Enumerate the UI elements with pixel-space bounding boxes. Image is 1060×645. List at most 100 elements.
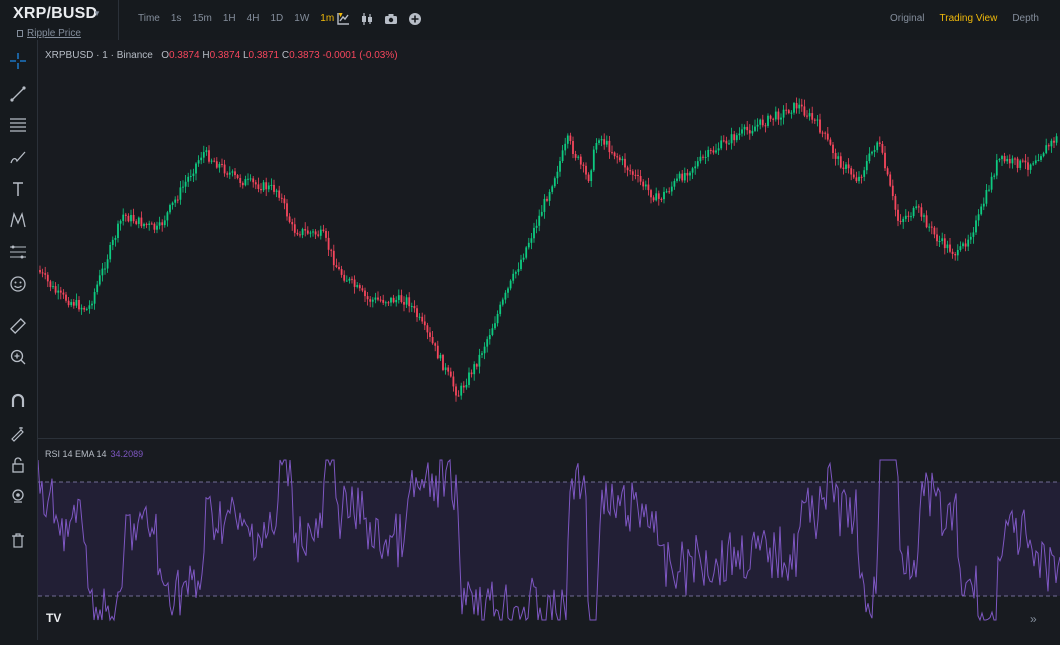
candle-body bbox=[631, 171, 634, 175]
candle-body bbox=[634, 174, 637, 176]
pattern-icon[interactable] bbox=[9, 211, 27, 229]
candle-body bbox=[462, 385, 465, 388]
candle-body bbox=[852, 174, 855, 178]
candle-body bbox=[624, 158, 626, 168]
candle-body bbox=[715, 150, 717, 153]
ripple-price-link[interactable]: Ripple Price bbox=[27, 28, 81, 39]
candle-body bbox=[408, 297, 411, 307]
candle-body bbox=[969, 236, 972, 240]
interval-1s[interactable]: 1s bbox=[171, 13, 182, 24]
candle-body bbox=[192, 173, 195, 177]
candle-body bbox=[351, 278, 353, 280]
top-toolbar: XRP/BUSD ▼ Ripple Price Time 1s 15m 1H 4… bbox=[0, 0, 1060, 40]
candle-body bbox=[590, 170, 593, 182]
candle-body bbox=[317, 234, 320, 236]
symbol-title[interactable]: XRP/BUSD bbox=[13, 5, 97, 23]
legend-pair: XRPBUSD bbox=[45, 50, 94, 61]
scroll-to-realtime-icon[interactable]: » bbox=[1030, 612, 1037, 626]
interval-15m[interactable]: 15m bbox=[192, 13, 211, 24]
candle-body bbox=[65, 294, 67, 301]
candle-body bbox=[915, 206, 918, 208]
screenshot-icon[interactable] bbox=[384, 12, 398, 26]
candle-body bbox=[707, 149, 710, 157]
candle-body bbox=[260, 188, 262, 191]
candle-body bbox=[163, 220, 166, 226]
lock-drawing-icon[interactable] bbox=[9, 424, 27, 442]
candle-body bbox=[156, 225, 158, 230]
chart-area[interactable] bbox=[37, 40, 1060, 640]
candle-body bbox=[91, 303, 93, 306]
candle-body bbox=[665, 191, 668, 193]
candle-body bbox=[278, 190, 281, 198]
candle-body bbox=[889, 174, 892, 186]
pane-separator[interactable] bbox=[38, 438, 1060, 439]
candle-body bbox=[353, 279, 356, 287]
candle-body bbox=[275, 190, 278, 192]
interval-4h[interactable]: 4H bbox=[247, 13, 260, 24]
magnet-icon[interactable] bbox=[9, 392, 27, 410]
candle-body bbox=[270, 184, 273, 186]
interval-time[interactable]: Time bbox=[138, 13, 160, 24]
candle-body bbox=[195, 163, 197, 174]
trendline-icon[interactable] bbox=[9, 85, 27, 103]
candle-body bbox=[977, 214, 980, 221]
candle-body bbox=[249, 178, 252, 180]
candle-body bbox=[1047, 145, 1050, 147]
chart-settings-icon[interactable] bbox=[336, 12, 350, 26]
candle-body bbox=[150, 223, 153, 225]
candle-type-icon[interactable] bbox=[360, 12, 374, 26]
lock-icon[interactable] bbox=[9, 456, 27, 474]
forecast-icon[interactable] bbox=[9, 243, 27, 261]
eye-icon[interactable] bbox=[9, 487, 27, 505]
zoom-icon[interactable] bbox=[9, 348, 27, 366]
ruler-icon[interactable] bbox=[9, 317, 27, 335]
candle-body bbox=[663, 191, 665, 200]
candle-body bbox=[650, 190, 652, 198]
candle-body bbox=[780, 117, 782, 120]
text-icon[interactable] bbox=[9, 180, 27, 198]
trash-icon[interactable] bbox=[9, 531, 27, 549]
price-chart[interactable] bbox=[37, 40, 1060, 640]
candle-body bbox=[907, 215, 910, 217]
interval-1d[interactable]: 1D bbox=[270, 13, 283, 24]
candle-body bbox=[371, 299, 374, 302]
interval-1m[interactable]: 1m bbox=[320, 13, 334, 24]
change-value: -0.0001 (-0.03%) bbox=[322, 50, 398, 61]
crosshair-icon[interactable] bbox=[9, 52, 27, 70]
candle-body bbox=[291, 222, 294, 225]
brush-icon[interactable] bbox=[9, 148, 27, 166]
candle-body bbox=[793, 103, 795, 113]
candle-body bbox=[356, 285, 359, 287]
interval-1w[interactable]: 1W bbox=[294, 13, 309, 24]
tab-trading-view[interactable]: Trading View bbox=[940, 13, 998, 24]
candle-body bbox=[972, 232, 975, 237]
candle-body bbox=[1040, 156, 1042, 160]
view-tabs: Original Trading View Depth bbox=[890, 13, 1039, 24]
symbol-dropdown-icon[interactable]: ▼ bbox=[93, 9, 101, 18]
candle-body bbox=[847, 164, 850, 169]
candle-body bbox=[642, 181, 645, 187]
fib-icon[interactable] bbox=[9, 116, 27, 134]
emoji-icon[interactable] bbox=[9, 275, 27, 293]
candle-body bbox=[686, 172, 689, 176]
candle-body bbox=[829, 139, 832, 145]
tab-depth[interactable]: Depth bbox=[1012, 13, 1039, 24]
open-value: 0.3874 bbox=[168, 50, 200, 61]
candle-body bbox=[44, 273, 47, 275]
candle-body bbox=[733, 134, 736, 141]
candle-body bbox=[886, 168, 889, 175]
candle-body bbox=[551, 186, 554, 192]
interval-1h[interactable]: 1H bbox=[223, 13, 236, 24]
candle-body bbox=[481, 353, 483, 355]
tab-original[interactable]: Original bbox=[890, 13, 924, 24]
candle-body bbox=[46, 274, 49, 282]
candle-body bbox=[603, 139, 606, 145]
ohlc-legend: XRPBUSD · 1 · Binance O0.3874 H0.3874 L0… bbox=[45, 50, 398, 61]
add-icon[interactable] bbox=[408, 12, 422, 26]
candle-body bbox=[1011, 158, 1014, 164]
candle-body bbox=[340, 269, 343, 275]
candle-body bbox=[429, 332, 431, 338]
candle-body bbox=[366, 296, 369, 300]
candle-body bbox=[1029, 164, 1032, 170]
tradingview-logo[interactable]: TV bbox=[46, 611, 61, 625]
